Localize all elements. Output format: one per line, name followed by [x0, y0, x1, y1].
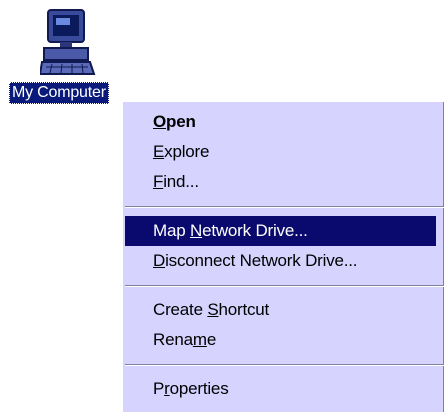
my-computer-label: My Computer: [9, 82, 109, 104]
menu-item-explore[interactable]: Explore: [125, 137, 436, 167]
context-menu: Open Explore Find... Map Network Drive..…: [121, 100, 444, 412]
menu-item-properties[interactable]: Properties: [125, 374, 436, 404]
menu-item-rename[interactable]: Rename: [125, 325, 436, 355]
my-computer-desktop-icon[interactable]: My Computer: [0, 0, 140, 110]
menu-item-create-shortcut[interactable]: Create Shortcut: [125, 295, 436, 325]
computer-icon: [38, 8, 96, 76]
menu-item-disconnect-network-drive[interactable]: Disconnect Network Drive...: [125, 246, 436, 276]
menu-separator: [125, 364, 444, 366]
menu-separator: [125, 206, 444, 208]
menu-item-map-network-drive[interactable]: Map Network Drive...: [125, 216, 436, 246]
menu-item-open[interactable]: Open: [125, 107, 436, 137]
menu-separator: [125, 285, 444, 287]
menu-item-find[interactable]: Find...: [125, 167, 436, 197]
